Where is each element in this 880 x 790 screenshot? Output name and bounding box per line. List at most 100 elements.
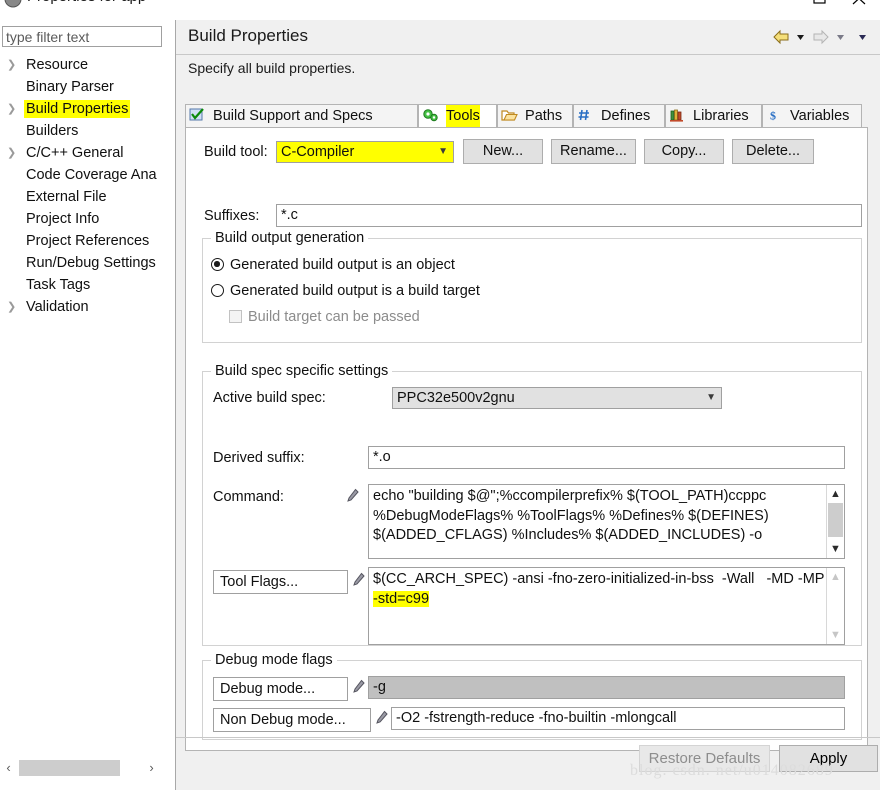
sidebar-item-project-references[interactable]: Project References <box>0 230 175 252</box>
footer-divider <box>176 737 880 738</box>
dollar-icon: $ <box>770 109 776 123</box>
radio-icon <box>211 258 224 271</box>
restore-defaults-button[interactable]: Restore Defaults <box>639 745 770 772</box>
radio-output-build-target[interactable]: Generated build output is a build target <box>211 283 480 299</box>
tab-tools[interactable]: Tools <box>418 104 497 128</box>
checkbox-label: Build target can be passed <box>248 309 420 325</box>
sidebar-horizontal-scrollbar[interactable]: ‹ › <box>0 758 168 777</box>
new-button[interactable]: New... <box>463 139 543 164</box>
tab-label: Tools <box>446 105 480 127</box>
filter-input[interactable]: type filter text <box>2 26 162 47</box>
settings-tree: ❯ Resource Binary Parser ❯ Build Propert… <box>0 54 175 318</box>
build-tool-select[interactable]: C-Compiler ▼ <box>276 141 454 163</box>
tool-flags-vertical-scrollbar[interactable]: ▲ ▼ <box>826 568 844 644</box>
checked-page-icon <box>189 108 204 121</box>
command-label: Command: <box>213 489 284 505</box>
debug-mode-flags-group: Debug mode flags Debug mode... -g Non De… <box>202 652 862 740</box>
gears-icon <box>423 109 438 122</box>
chevron-down-icon: ▼ <box>706 392 716 403</box>
tab-paths[interactable]: Paths <box>497 104 573 128</box>
command-textarea[interactable]: echo "building $@";%ccompilerprefix% $(T… <box>368 484 845 559</box>
forward-menu-chevron-down-icon[interactable] <box>834 28 847 46</box>
group-title: Debug mode flags <box>211 652 337 668</box>
tab-label: Build Support and Specs <box>213 108 373 124</box>
sidebar-item-label: Task Tags <box>26 277 91 293</box>
maximize-icon[interactable] <box>805 0 833 8</box>
active-build-spec-label: Active build spec: <box>213 390 326 406</box>
sidebar-item-project-info[interactable]: Project Info <box>0 208 175 230</box>
radio-output-object[interactable]: Generated build output is an object <box>211 257 455 273</box>
derived-suffix-input[interactable]: *.o <box>368 446 845 469</box>
tab-variables[interactable]: $ Variables <box>762 104 862 128</box>
close-icon[interactable] <box>845 0 873 8</box>
rename-button[interactable]: Rename... <box>551 139 636 164</box>
sidebar-item-binary-parser[interactable]: Binary Parser <box>0 76 175 98</box>
tab-label: Paths <box>525 108 563 124</box>
non-debug-mode-input[interactable]: -O2 -fstrength-reduce -fno-builtin -mlon… <box>391 707 845 730</box>
suffixes-input[interactable]: *.c <box>276 204 862 227</box>
non-debug-mode-button[interactable]: Non Debug mode... <box>213 708 371 732</box>
tab-label: Defines <box>601 108 651 124</box>
content-pane: Build Properties Specify all build prope… <box>176 20 880 790</box>
back-menu-chevron-down-icon[interactable] <box>794 28 807 46</box>
radio-label: Generated build output is an object <box>230 257 455 273</box>
build-tool-value: C-Compiler <box>281 144 355 160</box>
sidebar-item-code-coverage-analysis[interactable]: Code Coverage Ana <box>0 164 175 186</box>
sidebar-item-run-debug-settings[interactable]: Run/Debug Settings <box>0 252 175 274</box>
active-build-spec-select[interactable]: PPC32e500v2gnu ▼ <box>392 387 722 409</box>
command-vertical-scrollbar[interactable]: ▲ ▼ <box>826 485 844 558</box>
sidebar-item-resource[interactable]: ❯ Resource <box>0 54 175 76</box>
debug-mode-input[interactable]: -g <box>368 676 845 699</box>
tab-defines[interactable]: Defines <box>573 104 665 128</box>
tool-flags-button[interactable]: Tool Flags... <box>213 570 348 594</box>
sidebar-item-c-cpp-general[interactable]: ❯ C/C++ General <box>0 142 175 164</box>
sidebar-item-label: C/C++ General <box>26 145 124 161</box>
tab-build-support-and-specs[interactable]: Build Support and Specs <box>185 104 418 128</box>
scrollbar-thumb[interactable] <box>828 503 843 537</box>
sidebar-item-task-tags[interactable]: Task Tags <box>0 274 175 296</box>
scroll-up-icon[interactable]: ▲ <box>827 486 844 502</box>
sidebar-item-build-properties[interactable]: ❯ Build Properties <box>0 98 175 120</box>
pencil-icon[interactable] <box>375 710 389 726</box>
delete-button[interactable]: Delete... <box>732 139 814 164</box>
tool-flags-textarea[interactable]: $(CC_ARCH_SPEC) -ansi -fno-zero-initiali… <box>368 567 845 645</box>
build-spec-settings-group: Build spec specific settings Active buil… <box>202 363 862 646</box>
scroll-left-icon[interactable]: ‹ <box>0 759 17 777</box>
sidebar-item-validation[interactable]: ❯ Validation <box>0 296 175 318</box>
chevron-right-icon[interactable]: ❯ <box>7 54 17 76</box>
pencil-icon[interactable] <box>352 572 366 588</box>
scrollbar-thumb[interactable] <box>19 760 120 776</box>
pencil-icon[interactable] <box>346 488 360 504</box>
view-menu-chevron-down-icon[interactable] <box>856 28 869 46</box>
back-arrow-icon[interactable] <box>772 28 791 46</box>
debug-mode-button[interactable]: Debug mode... <box>213 677 348 701</box>
suffixes-label: Suffixes: <box>204 208 260 224</box>
title-bar: Properties for app <box>0 0 880 20</box>
scroll-down-icon: ▼ <box>830 629 841 641</box>
tab-libraries[interactable]: Libraries <box>665 104 762 128</box>
derived-suffix-label: Derived suffix: <box>213 450 305 466</box>
apply-button[interactable]: Apply <box>779 745 878 772</box>
svg-text:$: $ <box>770 109 776 123</box>
window-title: Properties for app <box>27 0 146 5</box>
chevron-right-icon[interactable]: ❯ <box>7 296 17 318</box>
chevron-down-icon: ▼ <box>438 146 448 157</box>
chevron-right-icon[interactable]: ❯ <box>7 142 17 164</box>
header-divider <box>176 54 880 55</box>
pencil-icon[interactable] <box>352 679 366 695</box>
sidebar-item-label: Validation <box>26 299 89 315</box>
sidebar-item-label: Builders <box>26 123 79 139</box>
radio-label: Generated build output is a build target <box>230 283 480 299</box>
chevron-right-icon[interactable]: ❯ <box>7 98 17 120</box>
page-description: Specify all build properties. <box>188 60 356 76</box>
sidebar-item-external-file[interactable]: External File <box>0 186 175 208</box>
copy-button[interactable]: Copy... <box>644 139 724 164</box>
sidebar-item-label: Project References <box>26 233 150 249</box>
folder-icon <box>501 110 518 121</box>
sidebar-item-label: Code Coverage Ana <box>26 167 157 183</box>
scroll-down-icon[interactable]: ▼ <box>827 541 844 557</box>
properties-dialog: Properties for app type filter text ❯ Re… <box>0 0 880 790</box>
sidebar-item-label: Run/Debug Settings <box>26 255 156 271</box>
scroll-right-icon[interactable]: › <box>143 759 160 777</box>
sidebar-item-builders[interactable]: Builders <box>0 120 175 142</box>
